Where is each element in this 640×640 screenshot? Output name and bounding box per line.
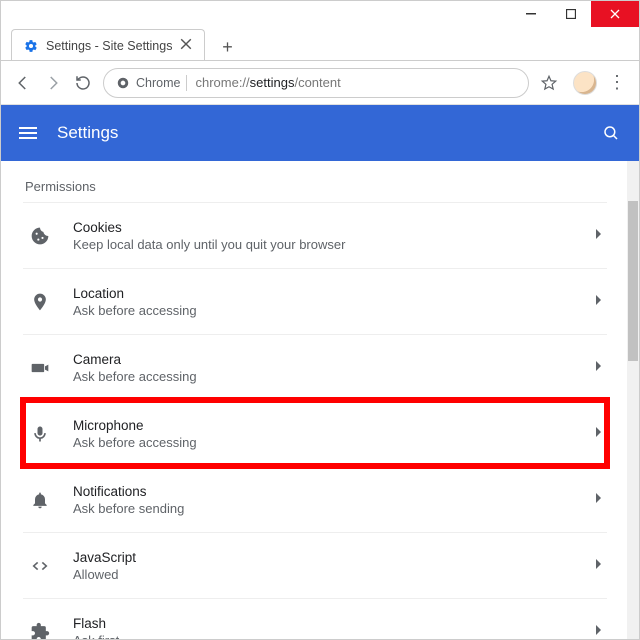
row-title: Flash <box>73 616 573 631</box>
row-microphone[interactable]: Microphone Ask before accessing <box>23 400 607 466</box>
bell-icon <box>29 489 51 511</box>
section-heading: Permissions <box>23 161 607 202</box>
chevron-right-icon <box>595 293 603 311</box>
url-text: chrome://settings/content <box>195 75 340 90</box>
page-title: Settings <box>57 123 581 143</box>
chevron-right-icon <box>595 359 603 377</box>
chevron-right-icon <box>595 491 603 509</box>
cookie-icon <box>29 225 51 247</box>
code-icon <box>29 555 51 577</box>
divider <box>186 75 187 91</box>
row-title: Microphone <box>73 418 573 433</box>
chevron-right-icon <box>595 623 603 640</box>
chevron-right-icon <box>595 227 603 245</box>
chevron-right-icon <box>595 557 603 575</box>
row-title: JavaScript <box>73 550 573 565</box>
chrome-icon <box>116 76 130 90</box>
camera-icon <box>29 357 51 379</box>
row-subtitle: Ask before sending <box>73 501 573 516</box>
new-tab-button[interactable]: + <box>213 33 241 61</box>
row-subtitle: Ask before accessing <box>73 369 573 384</box>
row-flash[interactable]: Flash Ask first <box>23 598 607 639</box>
chevron-right-icon <box>595 425 603 443</box>
bookmark-star-icon[interactable] <box>539 73 559 93</box>
row-subtitle: Ask first <box>73 633 573 640</box>
chrome-chip-label: Chrome <box>136 76 180 90</box>
row-title: Location <box>73 286 573 301</box>
tab-close-icon[interactable] <box>180 38 192 53</box>
row-subtitle: Keep local data only until you quit your… <box>73 237 573 252</box>
chrome-chip: Chrome <box>116 75 187 91</box>
scrollbar-thumb[interactable] <box>628 201 638 361</box>
row-title: Cookies <box>73 220 573 235</box>
row-cookies[interactable]: Cookies Keep local data only until you q… <box>23 202 607 268</box>
microphone-icon <box>29 423 51 445</box>
row-title: Notifications <box>73 484 573 499</box>
row-javascript[interactable]: JavaScript Allowed <box>23 532 607 598</box>
reload-button[interactable] <box>73 73 93 93</box>
content-scroll-area: Permissions Cookies Keep local data only… <box>1 161 639 639</box>
puzzle-icon <box>29 621 51 640</box>
row-subtitle: Ask before accessing <box>73 303 573 318</box>
window-minimize-button[interactable] <box>511 1 551 27</box>
forward-button[interactable] <box>43 73 63 93</box>
browser-tab-active[interactable]: Settings - Site Settings <box>11 29 205 61</box>
back-button[interactable] <box>13 73 33 93</box>
hamburger-menu-icon[interactable] <box>19 127 37 139</box>
gear-icon <box>24 39 38 53</box>
tab-title: Settings - Site Settings <box>46 39 172 53</box>
row-title: Camera <box>73 352 573 367</box>
kebab-menu-icon[interactable]: ⋮ <box>607 73 627 93</box>
row-location[interactable]: Location Ask before accessing <box>23 268 607 334</box>
settings-app-header: Settings <box>1 105 639 161</box>
address-bar[interactable]: Chrome chrome://settings/content <box>103 68 529 98</box>
row-subtitle: Allowed <box>73 567 573 582</box>
row-camera[interactable]: Camera Ask before accessing <box>23 334 607 400</box>
row-notifications[interactable]: Notifications Ask before sending <box>23 466 607 532</box>
window-close-button[interactable] <box>591 1 639 27</box>
window-maximize-button[interactable] <box>551 1 591 27</box>
browser-toolbar: Chrome chrome://settings/content ⋮ <box>1 61 639 105</box>
browser-tab-strip: Settings - Site Settings + <box>1 27 639 61</box>
window-titlebar <box>1 1 639 27</box>
search-icon[interactable] <box>601 123 621 143</box>
profile-avatar[interactable] <box>573 71 597 95</box>
location-icon <box>29 291 51 313</box>
settings-content: Permissions Cookies Keep local data only… <box>1 161 627 639</box>
row-subtitle: Ask before accessing <box>73 435 573 450</box>
scrollbar-track[interactable] <box>627 161 639 639</box>
